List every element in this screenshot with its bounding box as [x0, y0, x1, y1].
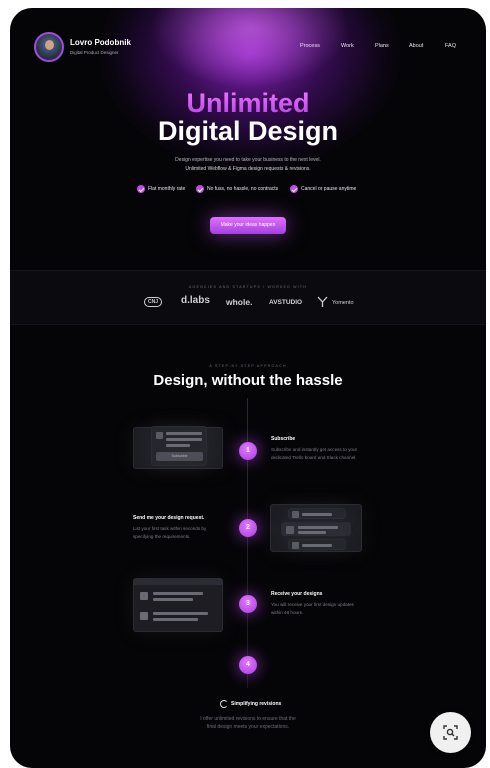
revisions-desc-line2: final design meets your expectations.: [206, 724, 290, 730]
logo-avstudio: AVSTUDIO: [269, 299, 303, 306]
card-bar: [166, 444, 190, 447]
hero-title-accent: Unlimited: [10, 88, 486, 119]
card-icon: [292, 511, 299, 518]
card-bar: [298, 526, 338, 529]
feature-label: No fuss, no hassle, no contracts: [207, 186, 279, 192]
check-icon: [290, 185, 298, 193]
logo-cnj: CNJ: [144, 297, 162, 307]
card-subscribe-button: Subscribe: [156, 452, 203, 461]
step-2-title: Send me your design request.: [133, 515, 205, 521]
card-bar: [153, 612, 208, 615]
card-bar: [302, 544, 332, 547]
feature-cancel: Cancel or pause anytime: [290, 185, 356, 193]
step-2-badge: 2: [239, 519, 257, 537]
revisions-title: Simplifying revisions: [231, 701, 282, 707]
logos-label: AGENCIES AND STARTUPS I WORKED WITH: [188, 285, 308, 289]
request-card: [270, 504, 362, 552]
card-bar: [153, 618, 198, 621]
refresh-icon: [220, 700, 228, 708]
lens-search-icon: [443, 725, 458, 740]
designs-card: [133, 578, 223, 632]
logo-dlabs: d.labs: [181, 295, 210, 306]
site-owner-name[interactable]: Lovro Podobnik: [70, 38, 131, 47]
check-icon: [140, 592, 148, 600]
check-icon: [137, 185, 145, 193]
logo-whole: whole.: [226, 297, 253, 307]
card-icon: [286, 526, 294, 534]
check-icon: [140, 612, 148, 620]
visual-search-button[interactable]: [430, 712, 471, 753]
step-3-desc: You will receive your first design updat…: [271, 602, 354, 615]
hero-title: Digital Design: [157, 116, 339, 146]
logo-yomento: Yomento: [332, 300, 354, 306]
step-3-title: Receive your designs: [271, 591, 323, 597]
card-bar: [166, 432, 202, 435]
step-1-badge: 1: [239, 442, 257, 460]
yomento-icon: [316, 295, 329, 308]
feature-flat-rate: Flat monthly rate: [137, 185, 185, 193]
nav-plans[interactable]: Plans: [375, 43, 389, 49]
card-bar: [298, 531, 326, 534]
card-bar: [302, 513, 332, 516]
check-icon: [196, 185, 204, 193]
nav-about[interactable]: About: [409, 43, 423, 49]
process-label: A STEP-BY-STEP APPROACH: [209, 364, 287, 368]
card-bar: [153, 592, 203, 595]
nav-process[interactable]: Process: [300, 43, 320, 49]
step-3-badge: 3: [239, 595, 257, 613]
request-row-active: [281, 522, 351, 536]
step-1-desc: Subscribe and instantly get access to yo…: [271, 447, 358, 460]
hero-subtitle-line2: Unlimited Webflow & Figma design request…: [185, 166, 311, 172]
hero-subtitle-line1: Design expertise you need to take your b…: [175, 157, 321, 163]
card-bar: [166, 438, 202, 441]
feature-label: Flat monthly rate: [148, 186, 186, 192]
card-icon: [156, 432, 163, 439]
subscribe-card: Subscribe: [133, 426, 223, 469]
request-row: [288, 539, 346, 550]
landing-page: Lovro Podobnik Digital Product Designer …: [10, 8, 486, 768]
card-bar: [153, 598, 193, 601]
revisions-desc-line1: I offer unlimited revisions to ensure th…: [200, 716, 296, 722]
step-1-title: Subscribe: [271, 436, 296, 442]
card-icon: [292, 542, 299, 549]
cta-button[interactable]: Make your ideas happen: [210, 217, 286, 234]
site-owner-role: Digital Product Designer: [70, 50, 119, 55]
feature-no-contracts: No fuss, no hassle, no contracts: [196, 185, 278, 193]
window-titlebar: [134, 579, 222, 585]
nav-faq[interactable]: FAQ: [445, 43, 456, 49]
feature-label: Cancel or pause anytime: [301, 186, 357, 192]
process-title: Design, without the hassle: [153, 372, 343, 389]
avatar[interactable]: [34, 32, 64, 62]
step-4-badge: 4: [239, 656, 257, 674]
subscribe-card-inner: Subscribe: [151, 426, 207, 466]
request-row: [288, 508, 346, 519]
nav-work[interactable]: Work: [341, 43, 354, 49]
step-2-desc: List your first task within seconds by s…: [133, 526, 207, 539]
